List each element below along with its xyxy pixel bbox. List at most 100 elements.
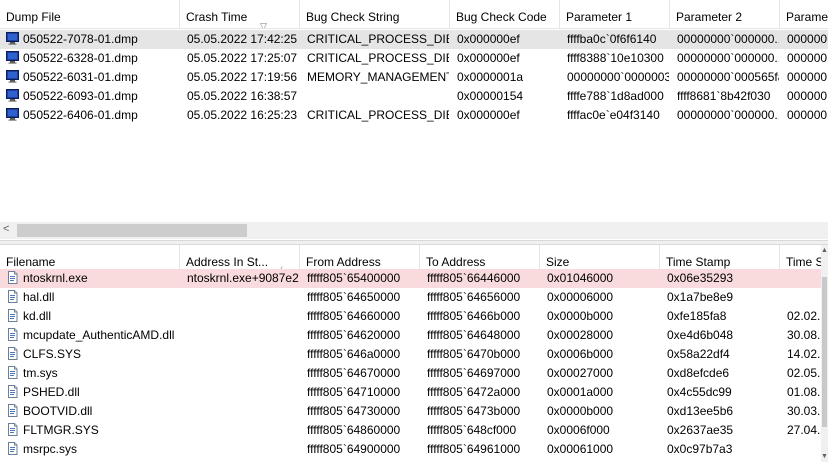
table-row[interactable]: FLTMGR.SYS fffff805`64860000 fffff805`648c… (0, 421, 828, 440)
monitor-icon (6, 89, 19, 102)
cell-to-address: fffff805`6473b000 (427, 404, 521, 418)
table-row[interactable]: 050522-6328-01.dmp 05.05.2022 17:25:07 CRI… (0, 49, 828, 68)
cell-to-address: fffff805`648cf000 (427, 423, 517, 437)
cell-size: 0x00027000 (547, 366, 614, 380)
cell-parameter-1: 00000000`0000003f (567, 70, 669, 84)
cell-filename: PSHED.dll (23, 385, 80, 399)
cell-from-address: fffff805`646a0000 (307, 347, 401, 361)
table-row[interactable]: BOOTVID.dll fffff805`64730000 fffff805`647… (0, 402, 828, 421)
cell-size: 0x0006f000 (547, 423, 610, 437)
cell-address-in-stack (187, 288, 299, 307)
file-icon (6, 404, 19, 417)
cell-to-address: fffff805`64656000 (427, 290, 521, 304)
cell-filename: BOOTVID.dll (23, 404, 93, 418)
cell-parameter-3: 000000 (787, 108, 828, 122)
monitor-icon (6, 108, 19, 121)
crash-list-header: Dump File Crash Time ▽ Bug Check String … (0, 0, 828, 29)
cell-parameter-2: ffff8681`8b42f030 (677, 89, 771, 103)
cell-size: 0x00006000 (547, 290, 614, 304)
cell-bug-check-code: 0x000000ef (457, 32, 520, 46)
scroll-up-arrow-icon[interactable]: ▲ (821, 247, 828, 254)
table-row[interactable]: ntoskrnl.exe ntoskrnl.exe+9087e2 fffff805`… (0, 269, 828, 288)
table-row[interactable]: 050522-7078-01.dmp 05.05.2022 17:42:25 CRI… (0, 30, 828, 49)
cell-parameter-2: 00000000`000000... (677, 108, 779, 122)
table-row[interactable]: 050522-6093-01.dmp 05.05.2022 16:38:57 0x0… (0, 87, 828, 106)
cell-bug-check-code: 0x0000001a (457, 70, 524, 84)
cell-filename: FLTMGR.SYS (23, 423, 99, 437)
monitor-icon (6, 51, 19, 64)
monitor-icon (6, 32, 19, 45)
cell-time-stamp: 0xfe185fa8 (667, 309, 727, 323)
table-row[interactable]: kd.dll fffff805`64660000 fffff805`6466b000… (0, 307, 828, 326)
cell-size: 0x00061000 (547, 442, 614, 456)
table-row[interactable]: 050522-6406-01.dmp 05.05.2022 16:25:23 CRI… (0, 106, 828, 125)
cell-size: 0x0000b000 (547, 404, 614, 418)
cell-filename: ntoskrnl.exe (23, 271, 88, 285)
cell-bug-check-string: MEMORY_MANAGEMENT (307, 70, 449, 84)
cell-address-in-stack (187, 402, 299, 421)
cell-from-address: fffff805`64900000 (307, 442, 401, 456)
cell-time-stamp: 0x2637ae35 (667, 423, 734, 437)
file-icon (6, 271, 19, 284)
table-row[interactable]: tm.sys fffff805`64670000 fffff805`64697000… (0, 364, 828, 383)
scroll-down-arrow-icon[interactable]: ▼ (821, 453, 828, 460)
file-icon (6, 423, 19, 436)
cell-size: 0x00028000 (547, 328, 614, 342)
vertical-scrollbar-thumb[interactable] (822, 277, 827, 427)
cell-filename: hal.dll (23, 290, 55, 304)
cell-filename: msrpc.sys (23, 442, 77, 456)
table-row[interactable]: msrpc.sys fffff805`64900000 fffff805`64961… (0, 440, 828, 459)
cell-bug-check-string: CRITICAL_PROCESS_DIED (307, 108, 449, 122)
column-header-crash-time[interactable]: Crash Time ▽ (180, 0, 300, 28)
cell-crash-time: 05.05.2022 16:38:57 (187, 89, 298, 103)
column-header-parameter-2[interactable]: Parameter 2 (670, 0, 780, 28)
cell-parameter-3: 000000 (787, 89, 828, 103)
column-header-dump-file[interactable]: Dump File (0, 0, 180, 28)
cell-parameter-2: 00000000`000000... (677, 51, 779, 65)
vertical-scrollbar[interactable]: ▲ ▼ (821, 245, 828, 462)
cell-to-address: fffff805`64961000 (427, 442, 521, 456)
cell-from-address: fffff805`64660000 (307, 309, 401, 323)
cell-from-address: fffff805`64650000 (307, 290, 401, 304)
cell-address-in-stack (187, 421, 299, 440)
cell-to-address: fffff805`64697000 (427, 366, 521, 380)
column-header-parameter-3[interactable]: Parame (780, 0, 828, 28)
cell-crash-time: 05.05.2022 16:25:23 (187, 108, 298, 122)
scrollbar-thumb[interactable] (17, 224, 247, 237)
cell-to-address: fffff805`6472a000 (427, 385, 521, 399)
cell-dump-file: 050522-6093-01.dmp (23, 89, 138, 103)
cell-time-stamp: 0x0c97b7a3 (667, 442, 733, 456)
cell-from-address: fffff805`64620000 (307, 328, 401, 342)
cell-size: 0x0000b000 (547, 309, 614, 323)
scroll-left-arrow-icon[interactable]: < (3, 223, 9, 235)
cell-filename: kd.dll (23, 309, 52, 323)
cell-crash-time: 05.05.2022 17:19:56 (187, 70, 298, 84)
cell-bug-check-string: CRITICAL_PROCESS_DIED (307, 51, 449, 65)
column-header-bug-check-code[interactable]: Bug Check Code (450, 0, 560, 28)
column-header-bug-check-string[interactable]: Bug Check String (300, 0, 450, 28)
cell-dump-file: 050522-6031-01.dmp (23, 70, 138, 84)
cell-parameter-3: 000000 (787, 51, 828, 65)
column-header-parameter-1[interactable]: Parameter 1 (560, 0, 670, 28)
cell-bug-check-code: 0x000000ef (457, 51, 520, 65)
table-row[interactable]: 050522-6031-01.dmp 05.05.2022 17:19:56 MEM… (0, 68, 828, 87)
cell-size: 0x0006b000 (547, 347, 614, 361)
cell-dump-file: 050522-7078-01.dmp (23, 32, 138, 46)
cell-time-stamp: 0xd8efcde6 (667, 366, 730, 380)
table-row[interactable]: PSHED.dll fffff805`64710000 fffff805`6472a… (0, 383, 828, 402)
horizontal-scrollbar[interactable]: < (0, 222, 828, 239)
file-icon (6, 366, 19, 379)
monitor-icon (6, 70, 19, 83)
file-icon (6, 309, 19, 322)
table-row[interactable]: mcupdate_AuthenticAMD.dll fffff805`646200… (0, 326, 828, 345)
column-header-crash-time-label: Crash Time (186, 10, 248, 24)
cell-time-stamp: 0xd13ee5b6 (667, 404, 734, 418)
table-row[interactable]: hal.dll fffff805`64650000 fffff805`6465600… (0, 288, 828, 307)
cell-to-address: fffff805`64648000 (427, 328, 521, 342)
cell-address-in-stack: ntoskrnl.exe+9087e2 (187, 271, 299, 285)
crash-list-pane: Dump File Crash Time ▽ Bug Check String … (0, 0, 828, 242)
file-icon (6, 442, 19, 455)
table-row[interactable]: CLFS.SYS fffff805`646a0000 fffff805`6470b0… (0, 345, 828, 364)
sort-indicator-icon: ▽ (260, 21, 267, 28)
cell-address-in-stack (187, 364, 299, 383)
